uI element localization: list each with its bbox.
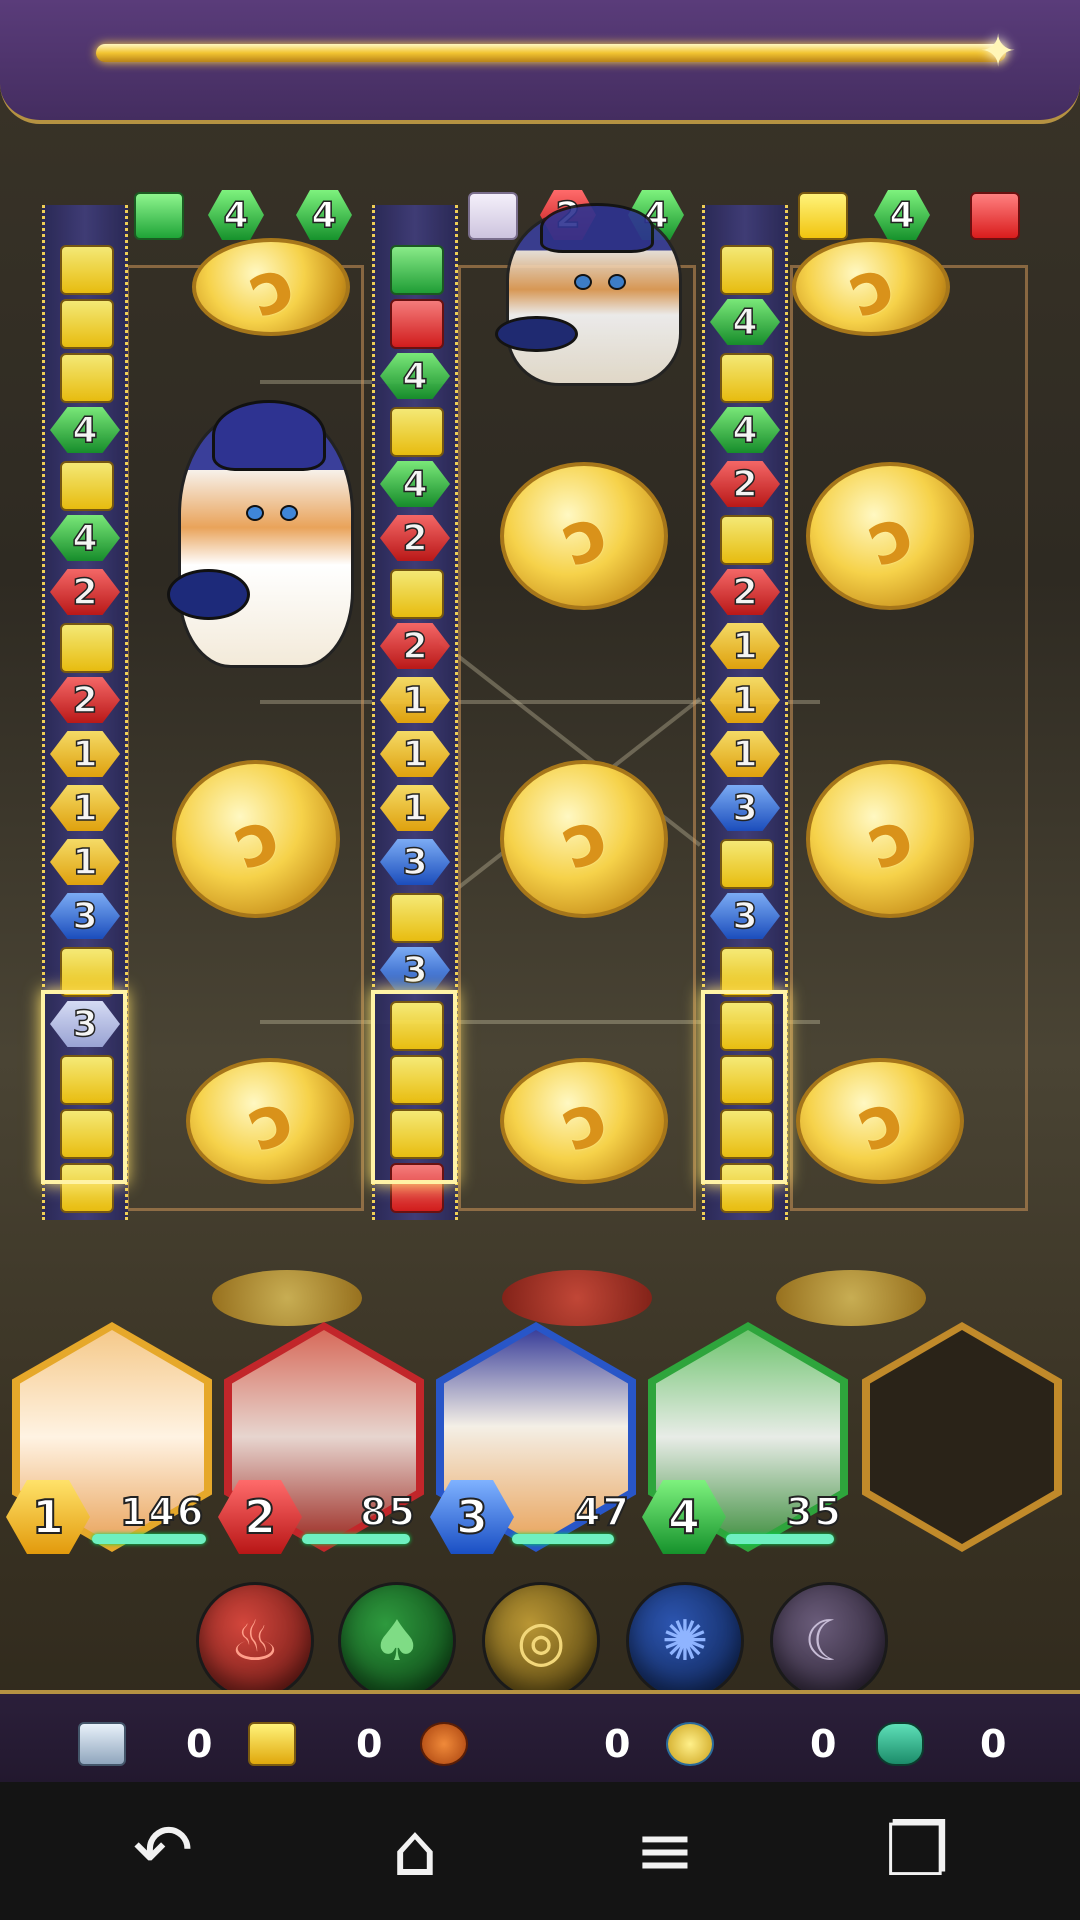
gold-coin[interactable]: ↄ [500, 760, 668, 918]
game-board: ✦ 4 4 2 4 4 442211133 442211133 44221113… [0, 0, 1080, 1920]
lane-piece-yellow-square [720, 245, 774, 295]
lane-piece-hex-4: 4 [710, 407, 780, 453]
lane-piece-yellow-square [390, 569, 444, 619]
lane-piece-hex-2: 2 [50, 569, 120, 615]
cat-medal-icon [420, 1722, 468, 1766]
gold-coin[interactable]: ↄ [192, 238, 350, 336]
lane-piece-hex-1: 1 [50, 839, 120, 885]
unit-4-hp: 35 [785, 1489, 843, 1535]
lane-piece-yellow-square [60, 461, 114, 511]
menu-icon[interactable]: ≡ [620, 1810, 710, 1890]
lane-piece-yellow-square [60, 623, 114, 673]
sparkle-icon: ✦ [979, 26, 1017, 77]
top-piece-green-hex: 4 [208, 190, 264, 240]
lane-piece-hex-3: 3 [710, 785, 780, 831]
top-piece-red-square [970, 192, 1020, 240]
moon-orb-icon[interactable]: ☾ [770, 1582, 888, 1700]
lane-piece-hex-2: 2 [380, 515, 450, 561]
lane-1-drop-highlight [41, 990, 127, 1184]
party-slot-empty[interactable] [862, 1322, 1062, 1552]
lane-piece-yellow-square [60, 299, 114, 349]
lane-piece-hex-2: 2 [50, 677, 120, 723]
lane-piece-yellow-square [60, 353, 114, 403]
lane-piece-hex-4: 4 [380, 461, 450, 507]
gold-block-icon [248, 1722, 296, 1766]
top-piece-yellow-square [798, 192, 848, 240]
unit-4-hp-bar [726, 1534, 834, 1544]
gold-element-disc [776, 1270, 926, 1326]
unit-3-hp-bar [512, 1534, 614, 1544]
lane-piece-hex-2: 2 [380, 623, 450, 669]
unit-1-hp-bar [92, 1534, 206, 1544]
lane-piece-hex-3: 3 [380, 947, 450, 993]
water-orb-icon[interactable]: ✺ [626, 1582, 744, 1700]
gold-coin[interactable]: ↄ [186, 1058, 354, 1184]
silver-block-icon [78, 1722, 126, 1766]
lane-piece-hex-3: 3 [380, 839, 450, 885]
lane-piece-yellow-square [390, 893, 444, 943]
lane-piece-hex-1: 1 [380, 677, 450, 723]
gold-coin[interactable]: ↄ [172, 760, 340, 918]
top-piece-green-square [134, 192, 184, 240]
stage-progress-bar [96, 44, 1006, 62]
recent-apps-icon[interactable]: ❐ [872, 1810, 962, 1890]
forest-orb-icon[interactable]: ♠ [338, 1582, 456, 1700]
lane-piece-hex-4: 4 [50, 515, 120, 561]
lane-piece-hex-4: 4 [710, 299, 780, 345]
lane-piece-hex-2: 2 [710, 569, 780, 615]
lane-piece-red-square [390, 299, 444, 349]
unit-3-hp: 47 [573, 1489, 631, 1535]
lane-piece-yellow-square [720, 515, 774, 565]
lane-piece-hex-1: 1 [50, 731, 120, 777]
lane-piece-hex-4: 4 [50, 407, 120, 453]
lane-piece-hex-1: 1 [710, 623, 780, 669]
home-icon[interactable]: ⌂ [370, 1810, 460, 1890]
lane-3-drop-highlight [701, 990, 787, 1184]
gold-coin[interactable]: ↄ [806, 462, 974, 610]
lane-piece-green-square [390, 245, 444, 295]
lane-piece-yellow-square [390, 407, 444, 457]
gold-coin[interactable]: ↄ [500, 1058, 668, 1184]
gold-coin[interactable]: ↄ [500, 462, 668, 610]
enemy-drummer-cat[interactable] [167, 400, 354, 668]
lane-piece-yellow-square [720, 839, 774, 889]
lane-piece-hex-3: 3 [50, 893, 120, 939]
lane-piece-yellow-square [60, 245, 114, 295]
cat-medal-count: 0 [420, 1718, 630, 1770]
unit-1-hp: 146 [119, 1489, 206, 1535]
top-piece-lavender-square [468, 192, 518, 240]
lane-piece-hex-2: 2 [710, 461, 780, 507]
lane-2-drop-highlight [371, 990, 457, 1184]
lane-piece-hex-1: 1 [710, 731, 780, 777]
lane-piece-hex-4: 4 [380, 353, 450, 399]
lightning-orb-icon[interactable]: ◎ [482, 1582, 600, 1700]
gold-coin-count: 0 [666, 1718, 836, 1770]
unit-2-hp: 85 [359, 1489, 417, 1535]
top-piece-green-hex: 4 [874, 190, 930, 240]
top-panel [0, 0, 1080, 124]
gold-element-disc [212, 1270, 362, 1326]
lane-piece-hex-1: 1 [50, 785, 120, 831]
lane-piece-hex-1: 1 [380, 785, 450, 831]
ghost-cat-count: 0 [876, 1718, 1006, 1770]
gold-block-count: 0 [248, 1718, 382, 1770]
ghost-cat-icon [876, 1722, 924, 1766]
lane-piece-yellow-square [720, 353, 774, 403]
gold-coin[interactable]: ↄ [796, 1058, 964, 1184]
fire-element-disc [502, 1270, 652, 1326]
fire-orb-icon[interactable]: ♨ [196, 1582, 314, 1700]
back-icon[interactable]: ↶ [118, 1810, 208, 1890]
silver-block-count: 0 [78, 1718, 212, 1770]
gold-coin[interactable]: ↄ [806, 760, 974, 918]
lane-piece-hex-1: 1 [710, 677, 780, 723]
top-piece-green-hex: 4 [296, 190, 352, 240]
lane-piece-hex-1: 1 [380, 731, 450, 777]
gold-coin-icon [666, 1722, 714, 1766]
gold-coin[interactable]: ↄ [792, 238, 950, 336]
lane-piece-hex-3: 3 [710, 893, 780, 939]
enemy-drummer-cat[interactable] [495, 202, 682, 386]
unit-2-hp-bar [302, 1534, 410, 1544]
